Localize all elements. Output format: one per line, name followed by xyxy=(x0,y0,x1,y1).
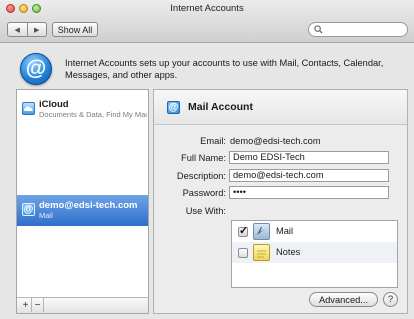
detail-header: @ Mail Account xyxy=(154,90,407,125)
at-sign-icon: @ xyxy=(22,203,35,216)
advanced-button[interactable]: Advanced... xyxy=(309,292,378,307)
sidebar-item-subtitle: Documents & Data, Find My Mac xyxy=(39,110,147,119)
notes-label: Notes xyxy=(276,247,301,257)
accounts-sidebar: iCloud Documents & Data, Find My Mac @ d… xyxy=(16,89,149,314)
detail-title: Mail Account xyxy=(188,101,253,113)
show-all-button[interactable]: Show All xyxy=(52,22,98,37)
notes-checkbox[interactable] xyxy=(238,248,248,258)
sidebar-item-demo-account[interactable]: @ demo@edsi-tech.com Mail xyxy=(17,195,148,226)
sidebar-item-icloud[interactable]: iCloud Documents & Data, Find My Mac xyxy=(17,94,148,125)
full-name-field[interactable]: Demo EDSI-Tech xyxy=(229,151,389,164)
forward-button[interactable]: ▶ xyxy=(28,23,47,36)
sidebar-item-subtitle: Mail xyxy=(39,211,53,220)
full-name-label: Full Name: xyxy=(181,153,226,163)
password-field[interactable]: •••• xyxy=(229,186,389,199)
icloud-icon xyxy=(22,102,35,115)
description-label: Description: xyxy=(176,171,226,181)
description-field[interactable]: demo@edsi-tech.com xyxy=(229,169,389,182)
use-with-label: Use With: xyxy=(185,206,226,216)
password-label: Password: xyxy=(182,188,226,198)
use-with-row-mail: Mail xyxy=(232,221,397,242)
mail-app-icon xyxy=(253,223,270,240)
navigation-segmented-control: ◀ ▶ xyxy=(7,22,47,37)
notes-app-icon xyxy=(253,244,270,261)
sidebar-button-bar: + − xyxy=(17,297,148,313)
mail-checkbox[interactable] xyxy=(238,224,248,237)
search-field[interactable] xyxy=(308,22,408,37)
internet-accounts-icon: @ xyxy=(20,53,52,85)
help-button[interactable]: ? xyxy=(383,292,398,307)
internet-accounts-window: Internet Accounts ◀ ▶ Show All @ Interne… xyxy=(0,0,414,319)
back-button[interactable]: ◀ xyxy=(8,23,28,36)
sidebar-item-label: demo@edsi-tech.com xyxy=(39,200,138,211)
search-icon xyxy=(314,25,323,34)
email-label: Email: xyxy=(200,136,226,146)
use-with-row-notes: Notes xyxy=(232,242,397,263)
email-value: demo@edsi-tech.com xyxy=(230,136,321,146)
mail-label: Mail xyxy=(276,226,294,236)
at-sign-icon: @ xyxy=(167,101,180,114)
remove-account-button[interactable]: − xyxy=(32,298,44,312)
add-account-button[interactable]: + xyxy=(20,298,32,312)
window-title: Internet Accounts xyxy=(170,3,244,14)
title-bar: Internet Accounts ◀ ▶ Show All xyxy=(0,0,414,43)
sidebar-item-label: iCloud xyxy=(39,99,69,110)
account-detail-pane: @ Mail Account Email: demo@edsi-tech.com… xyxy=(153,89,408,314)
intro-text: Internet Accounts sets up your accounts … xyxy=(65,58,384,80)
use-with-list: Mail Notes xyxy=(231,220,398,288)
